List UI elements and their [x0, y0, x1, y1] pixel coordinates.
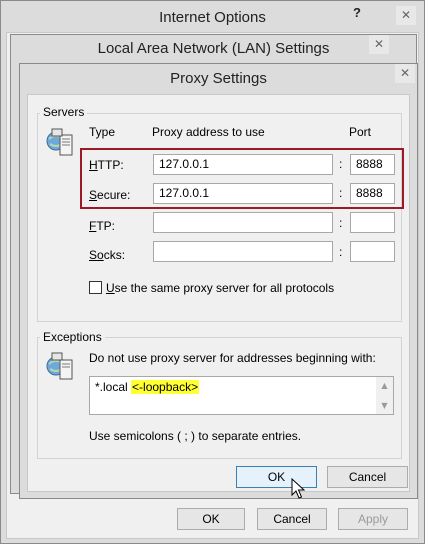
- loopback-highlight: <-loopback>: [131, 380, 200, 394]
- socks-label: Socks:: [89, 248, 126, 262]
- proxy-settings-close-button[interactable]: ✕: [395, 64, 415, 83]
- secure-port-separator: :: [339, 186, 343, 200]
- help-icon[interactable]: ?: [350, 4, 364, 22]
- type-column-header: Type: [89, 125, 116, 139]
- internet-options-cancel-button[interactable]: Cancel: [257, 508, 327, 530]
- socks-port-input[interactable]: [350, 241, 395, 262]
- exceptions-legend: Exceptions: [40, 330, 105, 344]
- same-proxy-label[interactable]: Use the same proxy server for all protoc…: [106, 281, 334, 295]
- ftp-label: FTP:: [89, 219, 116, 233]
- network-server-icon: [46, 128, 73, 156]
- exceptions-note: Use semicolons ( ; ) to separate entries…: [89, 429, 302, 443]
- ftp-address-input[interactable]: [153, 212, 333, 233]
- http-port-input[interactable]: 8888: [350, 154, 395, 175]
- exceptions-value: *.local <-loopback>: [95, 380, 200, 394]
- secure-address-input[interactable]: 127.0.0.1: [153, 183, 333, 204]
- address-column-header: Proxy address to use: [152, 125, 265, 139]
- secure-label: Secure:: [89, 188, 131, 202]
- proxy-settings-title: Proxy Settings: [170, 70, 267, 87]
- exceptions-textarea[interactable]: *.local <-loopback> ▲ ▼: [89, 376, 394, 415]
- internet-options-ok-button[interactable]: OK: [177, 508, 245, 530]
- ftp-port-input[interactable]: [350, 212, 395, 233]
- scroll-up-icon[interactable]: ▲: [376, 377, 393, 394]
- http-address-input[interactable]: 127.0.0.1: [153, 154, 333, 175]
- lan-settings-close-button[interactable]: ✕: [369, 35, 389, 54]
- proxy-cancel-button[interactable]: Cancel: [327, 466, 408, 488]
- exceptions-description: Do not use proxy server for addresses be…: [89, 351, 376, 365]
- proxy-settings-content: Servers Type Proxy address to use Port H…: [27, 94, 410, 499]
- mouse-cursor-icon: [291, 478, 305, 499]
- computer-icon: [46, 352, 73, 380]
- internet-options-apply-button[interactable]: Apply: [338, 508, 408, 530]
- internet-options-close-button[interactable]: ✕: [396, 6, 416, 25]
- ftp-port-separator: :: [339, 216, 343, 230]
- secure-port-input[interactable]: 8888: [350, 183, 395, 204]
- http-label: HTTP:: [89, 158, 124, 172]
- port-column-header: Port: [349, 125, 372, 139]
- same-proxy-checkbox[interactable]: [89, 281, 102, 294]
- http-port-separator: :: [339, 157, 343, 171]
- scroll-down-icon[interactable]: ▼: [376, 397, 393, 414]
- exceptions-scrollbar[interactable]: ▲ ▼: [376, 377, 393, 414]
- proxy-settings-window: Proxy Settings ✕ Servers Type Proxy addr…: [19, 63, 418, 499]
- socks-port-separator: :: [339, 245, 343, 259]
- socks-address-input[interactable]: [153, 241, 333, 262]
- servers-legend: Servers: [40, 105, 88, 119]
- lan-settings-title: Local Area Network (LAN) Settings: [97, 40, 330, 57]
